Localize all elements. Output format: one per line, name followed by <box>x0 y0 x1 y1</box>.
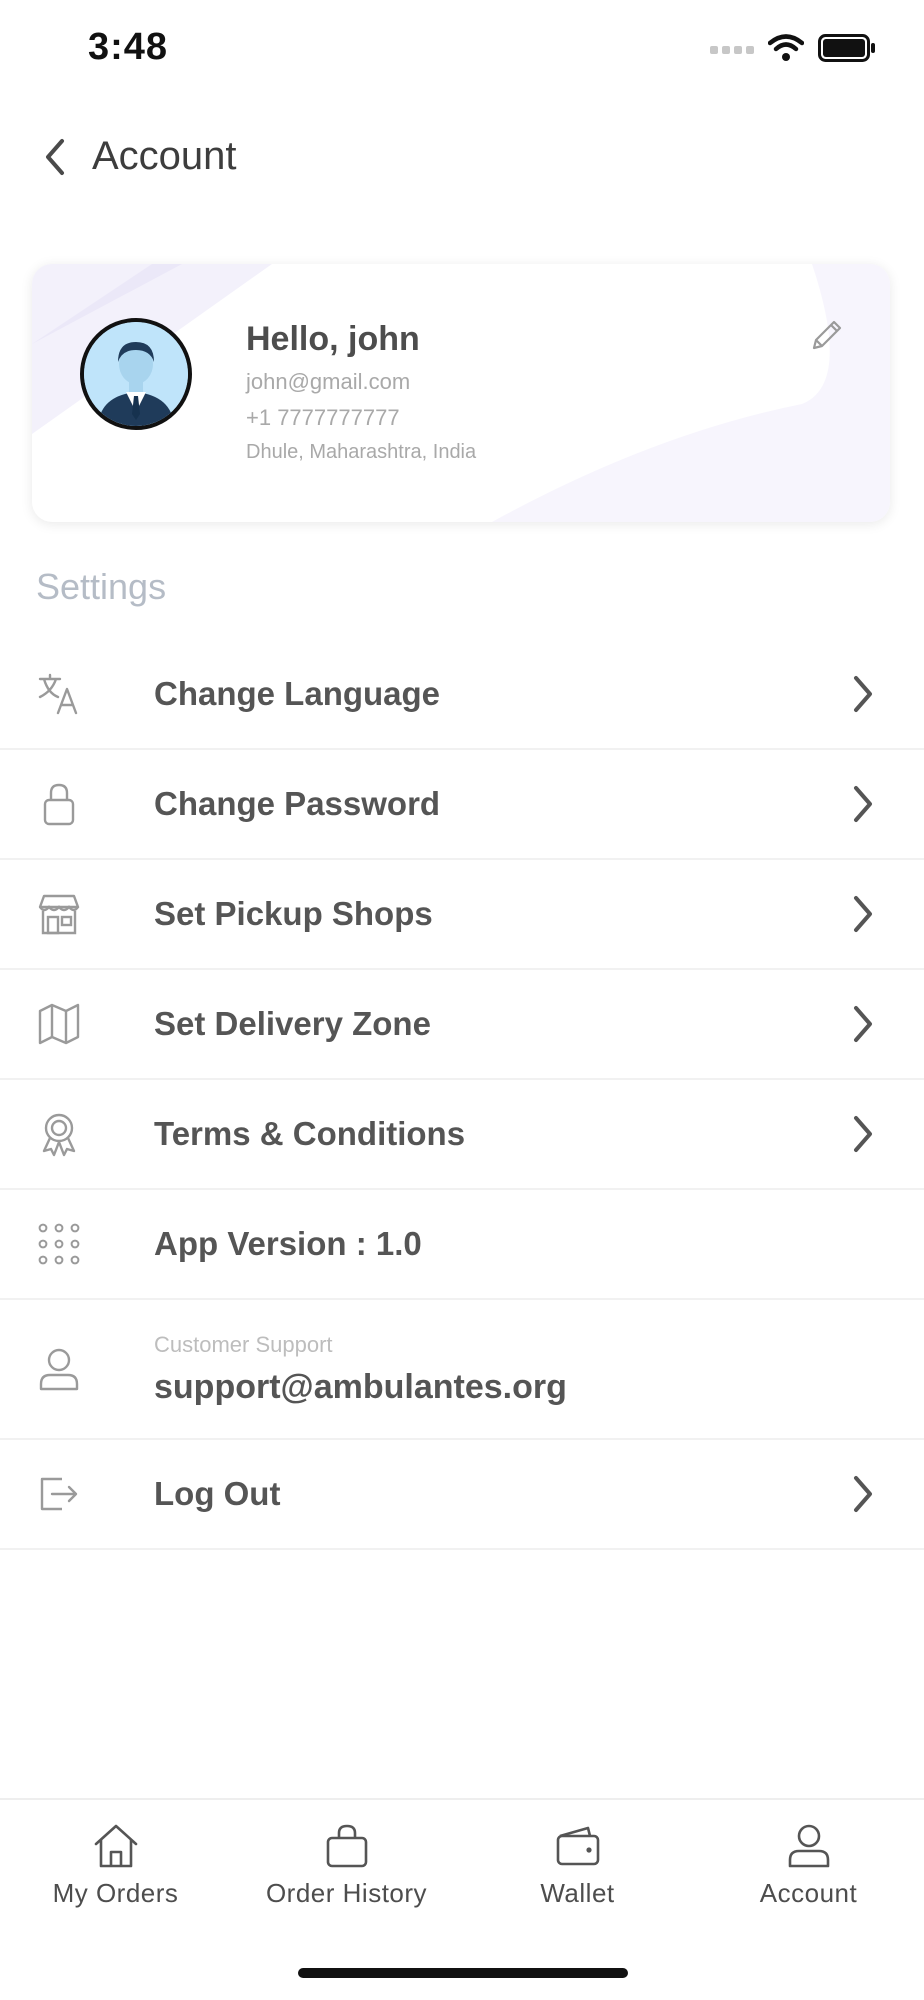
settings-title: Settings <box>36 566 167 607</box>
avatar <box>80 318 192 430</box>
header: Account <box>0 120 924 200</box>
person-avatar-icon <box>84 322 188 426</box>
menu-item-log-out[interactable]: Log Out <box>0 1440 924 1550</box>
nav-label: Order History <box>265 1878 428 1908</box>
wallet-icon <box>556 1826 599 1866</box>
support-caption: Customer Support <box>154 1332 333 1357</box>
menu-label: Set Pickup Shops <box>154 895 433 932</box>
store-icon <box>36 891 82 937</box>
menu-item-change-language[interactable]: Change Language <box>0 640 924 750</box>
signal-icon <box>710 46 754 54</box>
nav-item-order-history[interactable]: Order History <box>231 1800 462 1920</box>
bag-icon <box>326 1824 367 1868</box>
wifi-icon <box>768 34 804 61</box>
nav-item-account[interactable]: Account <box>693 1800 924 1920</box>
menu-item-set-delivery-zone[interactable]: Set Delivery Zone <box>0 970 924 1080</box>
app-version-label: App Version : 1.0 <box>154 1225 422 1262</box>
profile-location: Dhule, Maharashtra, India <box>246 441 477 463</box>
edit-profile-button[interactable] <box>806 316 846 356</box>
menu-label: Change Language <box>154 675 441 712</box>
bottom-nav: My Orders Order History Wallet Account <box>0 1798 924 1920</box>
menu-item-set-pickup-shops[interactable]: Set Pickup Shops <box>0 860 924 970</box>
logout-icon <box>36 1471 82 1517</box>
battery-icon <box>818 34 875 62</box>
grid-dots-icon <box>36 1221 82 1267</box>
support-email[interactable]: support@ambulantes.org <box>154 1368 567 1407</box>
nav-label: Wallet <box>540 1878 615 1908</box>
menu-label: Log Out <box>154 1475 281 1512</box>
menu-label: Terms & Conditions <box>154 1115 466 1152</box>
profile-email: john@gmail.com <box>246 369 411 394</box>
settings-menu: Change Language Change Password Set Pick… <box>0 640 924 1550</box>
home-indicator[interactable] <box>298 1968 628 1978</box>
translate-icon <box>36 671 82 717</box>
nav-label: My Orders <box>52 1878 179 1908</box>
user-icon <box>36 1346 82 1392</box>
profile-card: Hello, john john@gmail.com +1 7777777777… <box>32 264 890 522</box>
menu-item-change-password[interactable]: Change Password <box>0 750 924 860</box>
chevron-right-icon <box>854 1006 872 1042</box>
status-icons <box>710 34 876 62</box>
lock-icon <box>36 781 82 827</box>
nav-item-wallet[interactable]: Wallet <box>462 1800 693 1920</box>
nav-item-my-orders[interactable]: My Orders <box>0 1800 231 1920</box>
home-icon <box>94 1824 137 1868</box>
nav-label: Account <box>759 1878 858 1908</box>
award-icon <box>36 1111 82 1157</box>
user-icon <box>788 1824 829 1868</box>
menu-label: Set Delivery Zone <box>154 1005 431 1042</box>
chevron-right-icon <box>854 676 872 712</box>
status-time: 3:48 <box>88 26 169 68</box>
status-bar: 3:48 <box>0 0 924 100</box>
back-button[interactable] <box>30 132 80 182</box>
menu-item-terms-conditions[interactable]: Terms & Conditions <box>0 1080 924 1190</box>
chevron-right-icon <box>854 1116 872 1152</box>
profile-phone: +1 7777777777 <box>246 405 400 430</box>
menu-item-app-version: App Version : 1.0 <box>0 1190 924 1300</box>
chevron-right-icon <box>854 896 872 932</box>
map-icon <box>36 1001 82 1047</box>
chevron-left-icon <box>46 139 64 175</box>
chevron-right-icon <box>854 786 872 822</box>
chevron-right-icon <box>854 1476 872 1512</box>
menu-item-customer-support[interactable]: Customer Support support@ambulantes.org <box>0 1300 924 1440</box>
menu-label: Change Password <box>154 785 441 822</box>
profile-info: Hello, john john@gmail.com +1 7777777777… <box>246 320 476 474</box>
page-title: Account <box>92 134 237 178</box>
pencil-icon <box>812 320 842 350</box>
profile-greeting: Hello, john <box>246 320 420 358</box>
